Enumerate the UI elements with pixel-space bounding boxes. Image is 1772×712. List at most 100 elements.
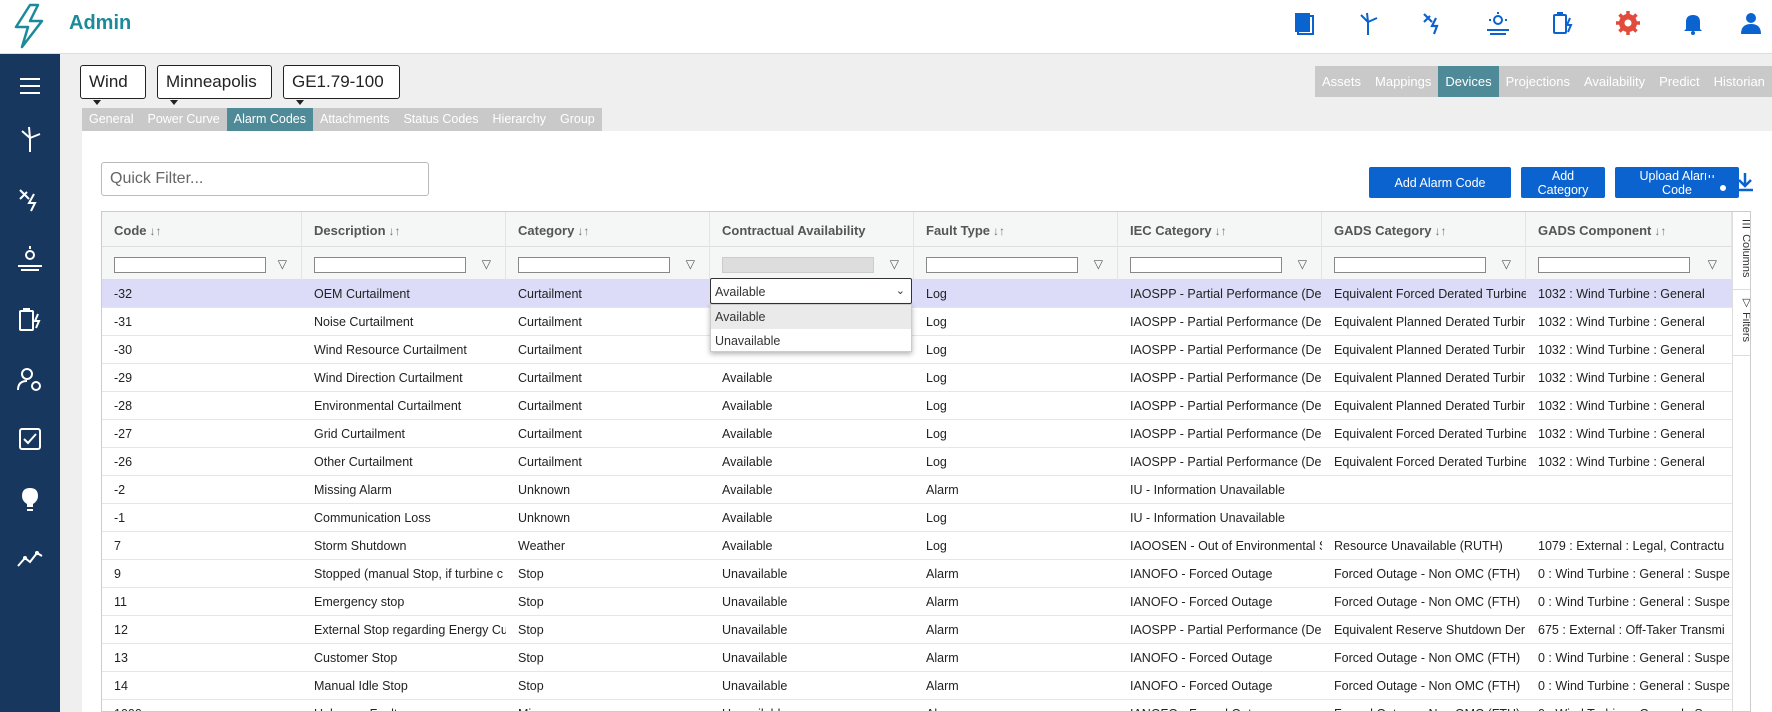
cell-fault-type[interactable]: Log [914, 308, 1118, 336]
calendar-refresh-icon[interactable] [1705, 170, 1729, 194]
cell-iec-category[interactable]: IAOSPP - Partial Performance (De [1118, 448, 1322, 476]
column-header-code[interactable]: Code ↓↑ [102, 212, 302, 247]
filter-input-fault-type[interactable] [926, 257, 1078, 273]
filter-input-gads-component[interactable] [1538, 257, 1690, 273]
cell-category[interactable]: Curtailment [506, 308, 710, 336]
subtab-group[interactable]: Group [553, 108, 602, 131]
cell-iec-category[interactable]: IANOFO - Forced Outage [1118, 560, 1322, 588]
tab-assets[interactable]: Assets [1315, 66, 1368, 97]
cell-gads-component[interactable]: 0 : Wind Turbine : General : Suspe [1526, 672, 1732, 700]
battery-icon[interactable] [15, 304, 45, 334]
sort-icon[interactable]: ↓↑ [389, 224, 401, 238]
cell-contractual-availability[interactable]: Available [710, 504, 914, 532]
table-row[interactable]: 12 External Stop regarding Energy Cu Stop U… [102, 616, 1732, 644]
cell-gads-component[interactable]: 1032 : Wind Turbine : General [1526, 308, 1732, 336]
cell-iec-category[interactable]: IU - Information Unavailable [1118, 476, 1322, 504]
cell-gads-component[interactable]: 0 : Wind Turbine : General : Suspe [1526, 700, 1732, 711]
cell-gads-category[interactable]: Equivalent Forced Derated Turbine [1322, 420, 1526, 448]
cell-iec-category[interactable]: IAOSPP - Partial Performance (De [1118, 336, 1322, 364]
cell-contractual-availability[interactable]: Unavailable [710, 700, 914, 711]
table-row[interactable]: -2 Missing Alarm Unknown Available Alarm IU -… [102, 476, 1732, 504]
cell-category[interactable]: Stop [506, 672, 710, 700]
cell-iec-category[interactable]: IAOSPP - Partial Performance (De [1118, 392, 1322, 420]
table-row[interactable]: -1 Communication Loss Unknown Available Log I… [102, 504, 1732, 532]
table-row[interactable]: 9 Stopped (manual Stop, if turbine c Stop U… [102, 560, 1732, 588]
subtab-power-curve[interactable]: Power Curve [140, 108, 226, 131]
cell-fault-type[interactable]: Alarm [914, 588, 1118, 616]
filter-icon[interactable]: ▽ [1298, 257, 1307, 271]
cell-fault-type[interactable]: Log [914, 420, 1118, 448]
subtab-attachments[interactable]: Attachments [313, 108, 396, 131]
cell-category[interactable]: Unknown [506, 504, 710, 532]
cell-fault-type[interactable]: Log [914, 364, 1118, 392]
cell-description[interactable]: Unknown Fault [302, 700, 506, 711]
cell-gads-category[interactable]: Forced Outage - Non OMC (FTH) [1322, 672, 1526, 700]
tab-projections[interactable]: Projections [1499, 66, 1577, 97]
cell-code[interactable]: -32 [102, 280, 302, 308]
cell-iec-category[interactable]: IU - Information Unavailable [1118, 504, 1322, 532]
cell-code[interactable]: -29 [102, 364, 302, 392]
table-row[interactable]: 11 Emergency stop Stop Unavailable Alarm IANO… [102, 588, 1732, 616]
contractual-availability-editor[interactable]: Available ⌄ [710, 278, 912, 304]
filter-icon[interactable]: ▽ [482, 257, 491, 271]
cell-iec-category[interactable]: IAOSPP - Partial Performance (De [1118, 280, 1322, 308]
table-row[interactable]: 14 Manual Idle Stop Stop Unavailable Alarm IA… [102, 672, 1732, 700]
cell-description[interactable]: Customer Stop [302, 644, 506, 672]
filter-icon[interactable]: ▽ [686, 257, 695, 271]
sort-icon[interactable]: ↓↑ [150, 224, 162, 238]
asset-type-dropdown[interactable]: Wind [80, 65, 146, 106]
cell-fault-type[interactable]: Log [914, 532, 1118, 560]
wind-power-icon[interactable] [15, 184, 45, 214]
cell-fault-type[interactable]: Log [914, 336, 1118, 364]
cell-category[interactable]: Curtailment [506, 420, 710, 448]
filter-input-category[interactable] [518, 257, 670, 273]
cell-iec-category[interactable]: IANOFO - Forced Outage [1118, 700, 1322, 711]
cell-fault-type[interactable]: Log [914, 448, 1118, 476]
cell-gads-component[interactable]: 675 : External : Off-Taker Transmi [1526, 616, 1732, 644]
sort-icon[interactable]: ↓↑ [577, 224, 589, 238]
cell-code[interactable]: -2 [102, 476, 302, 504]
cell-category[interactable]: Stop [506, 560, 710, 588]
cell-description[interactable]: Environmental Curtailment [302, 392, 506, 420]
filter-input-iec-category[interactable] [1130, 257, 1282, 273]
cell-code[interactable]: -31 [102, 308, 302, 336]
cell-category[interactable]: Unknown [506, 476, 710, 504]
cell-gads-category[interactable] [1322, 504, 1526, 532]
cell-description[interactable]: Other Curtailment [302, 448, 506, 476]
cell-gads-category[interactable]: Equivalent Reserve Shutdown Der [1322, 616, 1526, 644]
cell-description[interactable]: Missing Alarm [302, 476, 506, 504]
filter-input-description[interactable] [314, 257, 466, 273]
tab-predict[interactable]: Predict [1652, 66, 1706, 97]
cell-iec-category[interactable]: IANOFO - Forced Outage [1118, 672, 1322, 700]
cell-fault-type[interactable]: Alarm [914, 700, 1118, 711]
option-available[interactable]: Available [711, 305, 911, 329]
filter-icon[interactable]: ▽ [278, 257, 287, 271]
cell-gads-component[interactable]: 0 : Wind Turbine : General : Suspe [1526, 644, 1732, 672]
cell-category[interactable]: Curtailment [506, 336, 710, 364]
cell-fault-type[interactable]: Log [914, 280, 1118, 308]
download-icon[interactable] [1733, 170, 1757, 194]
cell-category[interactable]: Stop [506, 644, 710, 672]
cell-contractual-availability[interactable]: Unavailable [710, 588, 914, 616]
cell-category[interactable]: Stop [506, 616, 710, 644]
cell-code[interactable]: 14 [102, 672, 302, 700]
column-header-contractual-availability[interactable]: Contractual Availability [710, 212, 914, 247]
cell-gads-category[interactable]: Forced Outage - Non OMC (FTH) [1322, 588, 1526, 616]
column-header-fault-type[interactable]: Fault Type ↓↑ [914, 212, 1118, 247]
cell-contractual-availability[interactable]: Available [710, 364, 914, 392]
cell-fault-type[interactable]: Alarm [914, 644, 1118, 672]
table-row[interactable]: -26 Other Curtailment Curtailment Available… [102, 448, 1732, 476]
cell-fault-type[interactable]: Alarm [914, 476, 1118, 504]
cell-gads-component[interactable]: 1032 : Wind Turbine : General [1526, 392, 1732, 420]
sort-icon[interactable]: ↓↑ [993, 224, 1005, 238]
analytics-icon[interactable] [15, 544, 45, 574]
table-row[interactable]: -31 Noise Curtailment Curtailment Log IAOSPP… [102, 308, 1732, 336]
cell-gads-component[interactable]: 1032 : Wind Turbine : General [1526, 280, 1732, 308]
cell-category[interactable]: Curtailment [506, 448, 710, 476]
quick-filter-input[interactable] [101, 162, 429, 196]
add-category-button[interactable]: Add Category [1521, 167, 1605, 198]
cell-description[interactable]: Stopped (manual Stop, if turbine c [302, 560, 506, 588]
table-row[interactable]: 1000Unknown FaultMiscUnavailableAlarmIAN… [102, 700, 1732, 711]
cell-description[interactable]: Wind Resource Curtailment [302, 336, 506, 364]
column-header-gads-category[interactable]: GADS Category ↓↑ [1322, 212, 1526, 247]
